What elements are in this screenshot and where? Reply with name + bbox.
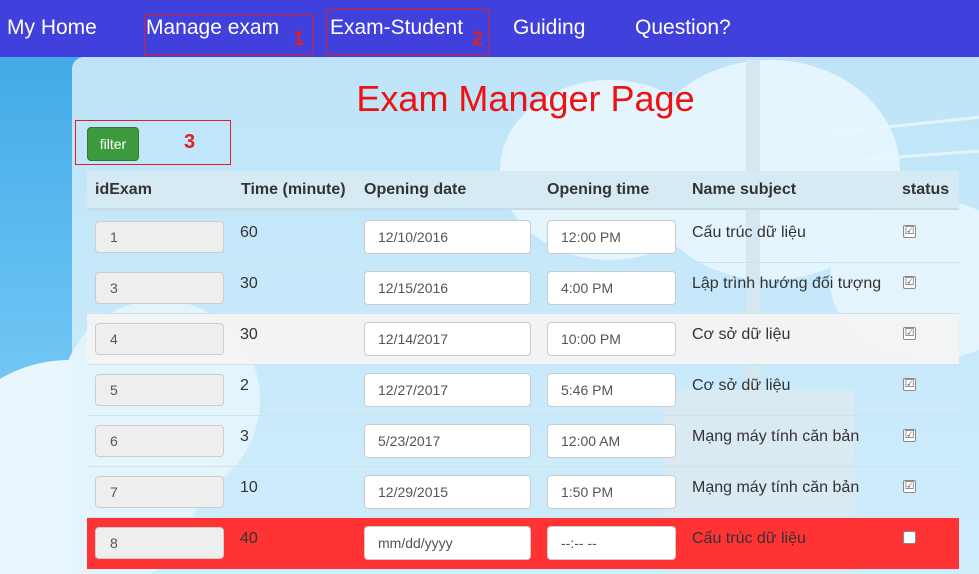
table-row: 1 60 12/10/2016 12:00 PM Cấu trúc dữ liệu ☑ [87,212,959,263]
exam-id-field[interactable]: 1 [95,221,224,253]
page-title: Exam Manager Page [356,78,695,119]
status-checkbox[interactable]: ☑ [903,480,916,493]
checkmark-icon: ☑ [904,225,915,237]
annotation-box-2 [326,9,489,55]
subject-name: Cơ sở dữ liệu [692,377,791,394]
filter-button[interactable]: filter [87,127,139,161]
table-row: 7 10 12/29/2015 1:50 PM Mạng máy tính căn bả… [87,467,959,518]
status-checkbox[interactable]: ☑ [903,429,916,442]
subject-name: Cấu trúc dữ liệu [692,224,806,241]
exam-id-field[interactable]: 8 [95,527,224,559]
time-minutes: 40 [240,530,258,547]
table-row: 4 30 12/14/2017 10:00 PM Cơ sở dữ liệu ☑ [87,314,959,365]
status-checkbox[interactable]: ☑ [903,327,916,340]
annotation-box-1 [144,14,313,55]
checkmark-icon: ☑ [904,327,915,339]
table-header: idExam Time (minute) Opening date Openin… [87,171,959,210]
table-row: 3 30 12/15/2016 4:00 PM Lập trình hướng đối … [87,263,959,314]
table-row: 5 2 12/27/2017 5:46 PM Cơ sở dữ liệu ☑ [87,365,959,416]
opening-time-input[interactable]: 12:00 AM [547,424,676,458]
time-minutes: 2 [240,377,249,394]
exam-id-field[interactable]: 5 [95,374,224,406]
table-row: 6 3 5/23/2017 12:00 AM Mạng máy tính căn bản… [87,416,959,467]
time-minutes: 10 [240,479,258,496]
checkmark-icon: ☑ [904,378,915,390]
main-panel: Exam Manager Page filter 3 idExam Time (… [72,57,979,574]
subject-name: Lập trình hướng đối tượng [692,275,882,292]
column-header-idexam: idExam [95,181,152,198]
exam-id-field[interactable]: 7 [95,476,224,508]
status-checkbox[interactable] [903,531,916,544]
status-checkbox[interactable]: ☑ [903,276,916,289]
subject-name: Cơ sở dữ liệu [692,326,791,343]
opening-time-input[interactable]: 12:00 PM [547,220,676,254]
annotation-number-3: 3 [184,131,196,153]
exam-id-field[interactable]: 4 [95,323,224,355]
time-minutes: 30 [240,326,258,343]
opening-date-input[interactable]: 12/10/2016 [364,220,531,254]
opening-time-input[interactable]: 1:50 PM [547,475,676,509]
opening-date-input[interactable]: 12/14/2017 [364,322,531,356]
column-header-opening-date: Opening date [364,181,467,198]
opening-time-input[interactable]: --:-- -- [547,526,676,560]
opening-date-input[interactable]: 12/15/2016 [364,271,531,305]
time-minutes: 30 [240,275,258,292]
opening-date-input[interactable]: 5/23/2017 [364,424,531,458]
column-header-opening-time: Opening time [547,181,650,198]
exam-id-field[interactable]: 3 [95,272,224,304]
nav-guiding[interactable]: Guiding [513,15,585,41]
opening-date-input[interactable]: mm/dd/yyyy [364,526,531,560]
status-checkbox[interactable]: ☑ [903,378,916,391]
top-nav-bar: My Home Manage exam Exam-Student Guiding… [0,0,979,57]
opening-date-input[interactable]: 12/27/2017 [364,373,531,407]
opening-time-input[interactable]: 5:46 PM [547,373,676,407]
opening-time-input[interactable]: 10:00 PM [547,322,676,356]
table-row: 8 40 mm/dd/yyyy --:-- -- Cấu trúc dữ liệu [87,518,959,569]
status-checkbox[interactable]: ☑ [903,225,916,238]
annotation-number-1: 1 [293,28,305,50]
opening-time-input[interactable]: 4:00 PM [547,271,676,305]
exam-id-field[interactable]: 6 [95,425,224,457]
time-minutes: 60 [240,224,258,241]
subject-name: Cấu trúc dữ liệu [692,530,806,547]
column-header-name-subject: Name subject [692,181,797,198]
annotation-number-2: 2 [472,28,484,50]
column-header-time: Time (minute) [241,181,346,198]
checkmark-icon: ☑ [904,480,915,492]
column-header-status: status [902,181,950,198]
time-minutes: 3 [240,428,249,445]
checkmark-icon: ☑ [904,276,915,288]
nav-my-home[interactable]: My Home [7,15,97,41]
opening-date-input[interactable]: 12/29/2015 [364,475,531,509]
subject-name: Mạng máy tính căn bản [692,428,860,445]
checkmark-icon: ☑ [904,429,915,441]
nav-question[interactable]: Question? [635,15,731,41]
subject-name: Mạng máy tính căn bản [692,479,860,496]
